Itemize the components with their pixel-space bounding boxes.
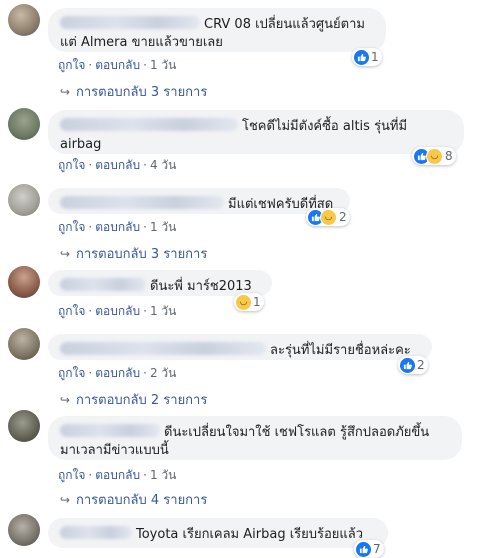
reaction-summary[interactable]: 7: [354, 540, 384, 558]
like-reaction-icon: [354, 49, 369, 65]
avatar[interactable]: [8, 410, 40, 442]
comment-actions: ถูกใจ · ตอบกลับ · 1 วัน: [58, 468, 177, 482]
avatar[interactable]: [8, 328, 40, 360]
comment-bubble: CRV 08 เปลี่ยนแล้วศูนย์ตาม แต่ Almera ขา…: [48, 8, 386, 52]
reply-arrow-icon: ↪: [60, 393, 71, 407]
replies-count: การตอบกลับ 2 รายการ: [76, 393, 208, 408]
comment-text: ดีนะเปลี่ยนใจมาใช้ เชฟโรแลต รู้สึกปลอดภั…: [164, 425, 430, 440]
avatar[interactable]: [8, 184, 40, 216]
comment-text: มาเวลามีข่าวแบบนี้: [60, 443, 169, 458]
reaction-summary[interactable]: ◡ 2: [306, 208, 350, 226]
like-link[interactable]: ถูกใจ: [58, 468, 85, 482]
comment-bubble: Toyota เรียกเคลม Airbag เรียบร้อยแล้ว: [48, 518, 388, 548]
avatar[interactable]: [8, 108, 40, 140]
comment-actions: ถูกใจ · ตอบกลับ · 4 วัน: [58, 158, 177, 172]
commenter-name-blurred[interactable]: [60, 424, 160, 437]
avatar[interactable]: [8, 4, 40, 36]
view-replies-link[interactable]: ↪ การตอบกลับ 4 รายการ: [60, 492, 207, 509]
comment-bubble: ดีนะเปลี่ยนใจมาใช้ เชฟโรแลต รู้สึกปลอดภั…: [48, 416, 462, 460]
reply-link[interactable]: ตอบกลับ: [95, 58, 140, 72]
reaction-count: 1: [371, 50, 379, 64]
reaction-summary[interactable]: 1: [352, 48, 382, 66]
reaction-count: 8: [445, 149, 453, 163]
replies-count: การตอบกลับ 3 รายการ: [76, 247, 208, 262]
like-link[interactable]: ถูกใจ: [58, 220, 85, 234]
comment-text: โชคดีไม่มีตังค์ซื้อ altis รุ่นที่มี: [242, 119, 408, 134]
comment-text: CRV 08 เปลี่ยนแล้วศูนย์ตาม: [204, 17, 365, 32]
commenter-name-blurred[interactable]: [60, 342, 266, 355]
reply-link[interactable]: ตอบกลับ: [95, 468, 140, 482]
comment-text: แต่ Almera ขายแล้วขายเลย: [60, 35, 223, 50]
haha-reaction-icon: ◡: [320, 208, 337, 226]
comment-bubble: มีแต่เชฟครับดีที่สุด: [48, 188, 350, 214]
comment-actions: ถูกใจ · ตอบกลับ · 2 วัน: [58, 366, 177, 380]
haha-reaction-icon: ◡: [236, 294, 251, 310]
like-link[interactable]: ถูกใจ: [58, 304, 85, 318]
comment-timestamp[interactable]: 1 วัน: [150, 304, 176, 318]
commenter-name-blurred[interactable]: [60, 526, 132, 539]
commenter-name-blurred[interactable]: [60, 196, 224, 209]
comment-bubble: ละรุ่นที่ไม่มีรายชื่อหล่ะคะ: [48, 334, 432, 360]
commenter-name-blurred[interactable]: [60, 278, 146, 291]
comment-text: ดีนะพี่ มาร์ช2013: [150, 279, 252, 294]
reply-arrow-icon: ↪: [60, 85, 71, 99]
avatar[interactable]: [8, 514, 40, 546]
reply-link[interactable]: ตอบกลับ: [95, 366, 140, 380]
reply-arrow-icon: ↪: [60, 493, 71, 507]
comment-timestamp[interactable]: 1 วัน: [150, 468, 176, 482]
reaction-summary[interactable]: ◡ 8: [412, 147, 456, 165]
commenter-name-blurred[interactable]: [60, 16, 200, 29]
view-replies-link[interactable]: ↪ การตอบกลับ 3 รายการ: [60, 84, 207, 101]
like-reaction-icon: [356, 541, 371, 557]
reaction-count: 2: [417, 358, 425, 372]
comment-timestamp[interactable]: 2 วัน: [150, 366, 176, 380]
comment-actions: ถูกใจ · ตอบกลับ · 1 วัน: [58, 220, 177, 234]
comment-timestamp[interactable]: 1 วัน: [150, 220, 176, 234]
reply-arrow-icon: ↪: [60, 247, 71, 261]
commenter-name-blurred[interactable]: [60, 118, 238, 131]
replies-count: การตอบกลับ 4 รายการ: [76, 493, 208, 508]
comment-timestamp[interactable]: 4 วัน: [150, 158, 176, 172]
avatar[interactable]: [8, 266, 40, 298]
reaction-summary[interactable]: ◡ 1: [234, 293, 264, 311]
reaction-count: 2: [339, 210, 347, 224]
like-link[interactable]: ถูกใจ: [58, 366, 85, 380]
reply-link[interactable]: ตอบกลับ: [95, 220, 140, 234]
like-link[interactable]: ถูกใจ: [58, 158, 85, 172]
comment-actions: ถูกใจ · ตอบกลับ · 1 วัน: [58, 304, 177, 318]
comment-actions: ถูกใจ · ตอบกลับ · 1 วัน: [58, 58, 177, 72]
reaction-count: 1: [253, 295, 261, 309]
view-replies-link[interactable]: ↪ การตอบกลับ 3 รายการ: [60, 246, 207, 263]
reaction-summary[interactable]: 2: [398, 356, 428, 374]
haha-reaction-icon: ◡: [426, 147, 443, 165]
comment-bubble: โชคดีไม่มีตังค์ซื้อ altis รุ่นที่มี airb…: [48, 110, 464, 154]
like-reaction-icon: [400, 357, 415, 373]
reply-link[interactable]: ตอบกลับ: [95, 158, 140, 172]
reply-link[interactable]: ตอบกลับ: [95, 304, 140, 318]
comment-bubble: ดีนะพี่ มาร์ช2013: [48, 270, 272, 296]
comment-text: ละรุ่นที่ไม่มีรายชื่อหล่ะคะ: [270, 343, 411, 358]
comment-text: Toyota เรียกเคลม Airbag เรียบร้อยแล้ว: [136, 527, 364, 542]
comment-timestamp[interactable]: 1 วัน: [150, 58, 176, 72]
view-replies-link[interactable]: ↪ การตอบกลับ 2 รายการ: [60, 392, 207, 409]
like-link[interactable]: ถูกใจ: [58, 58, 85, 72]
comment-text: airbag: [60, 137, 102, 152]
replies-count: การตอบกลับ 3 รายการ: [76, 85, 208, 100]
